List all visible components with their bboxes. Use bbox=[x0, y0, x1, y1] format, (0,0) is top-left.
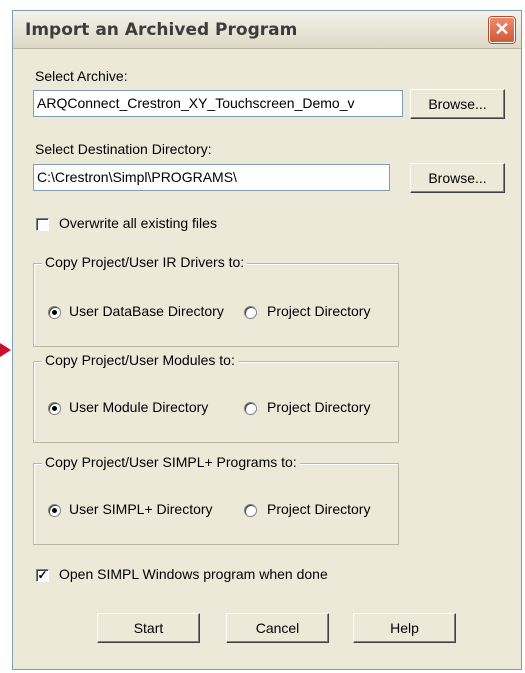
ir-user-database-label: User DataBase Directory bbox=[69, 303, 224, 319]
ir-user-database-radio[interactable] bbox=[48, 306, 61, 319]
dialog-title: Import an Archived Program bbox=[25, 20, 298, 40]
title-bar: Import an Archived Program ✕ bbox=[13, 11, 521, 49]
ir-project-directory-label: Project Directory bbox=[267, 303, 371, 319]
simpl-plus-user-label: User SIMPL+ Directory bbox=[69, 501, 213, 517]
simpl-plus-group: Copy Project/User SIMPL+ Programs to: Us… bbox=[33, 454, 399, 545]
cancel-button[interactable]: Cancel bbox=[226, 613, 329, 643]
destination-directory-label: Select Destination Directory: bbox=[35, 141, 212, 157]
archive-path-field[interactable]: ARQConnect_Crestron_XY_Touchscreen_Demo_… bbox=[33, 90, 403, 117]
ir-drivers-legend: Copy Project/User IR Drivers to: bbox=[42, 254, 248, 270]
modules-project-directory-label: Project Directory bbox=[267, 399, 371, 415]
modules-legend: Copy Project/User Modules to: bbox=[42, 352, 238, 368]
modules-group: Copy Project/User Modules to: User Modul… bbox=[33, 352, 399, 443]
import-archived-program-dialog: Import an Archived Program ✕ Select Arch… bbox=[12, 10, 522, 670]
destination-browse-button[interactable]: Browse... bbox=[410, 163, 505, 193]
start-button[interactable]: Start bbox=[97, 613, 200, 643]
simpl-plus-project-directory-radio[interactable] bbox=[244, 504, 257, 517]
close-icon[interactable]: ✕ bbox=[489, 17, 515, 43]
overwrite-label: Overwrite all existing files bbox=[59, 215, 217, 231]
select-archive-label: Select Archive: bbox=[35, 68, 128, 84]
overwrite-checkbox[interactable] bbox=[36, 218, 49, 231]
open-when-done-checkbox[interactable]: ✓ bbox=[36, 569, 49, 582]
ir-project-directory-radio[interactable] bbox=[244, 306, 257, 319]
ir-drivers-group: Copy Project/User IR Drivers to: User Da… bbox=[33, 254, 399, 347]
modules-user-module-label: User Module Directory bbox=[69, 399, 209, 415]
simpl-plus-project-directory-label: Project Directory bbox=[267, 501, 371, 517]
simpl-plus-user-radio[interactable] bbox=[48, 504, 61, 517]
help-button[interactable]: Help bbox=[353, 613, 456, 643]
modules-user-module-radio[interactable] bbox=[48, 402, 61, 415]
modules-project-directory-radio[interactable] bbox=[244, 402, 257, 415]
destination-path-field[interactable]: C:\Crestron\Simpl\PROGRAMS\ bbox=[33, 164, 390, 191]
archive-browse-button[interactable]: Browse... bbox=[410, 89, 505, 119]
indicator-arrow-icon bbox=[0, 343, 11, 357]
simpl-plus-legend: Copy Project/User SIMPL+ Programs to: bbox=[42, 454, 300, 470]
open-when-done-label: Open SIMPL Windows program when done bbox=[59, 566, 328, 582]
